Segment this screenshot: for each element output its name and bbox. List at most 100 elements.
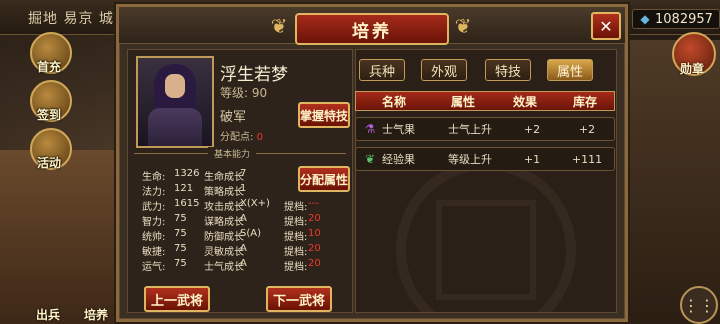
tab-skills[interactable]: 特技 [485,59,531,81]
item-stock: +2 [578,122,596,136]
dialog-header: ❦ 培养 ❦ ✕ [119,7,625,45]
item-effect: +1 [523,152,541,166]
item-attribute: 等级上升 [448,153,492,166]
stat-value: 75 [174,213,187,224]
hero-level-label: 等级: [220,86,249,100]
tab-appearance[interactable]: 外观 [421,59,467,81]
stat-label: 敏捷: [142,247,166,258]
train-dialog: ❦ 培养 ❦ ✕ 浮生若梦 等级: 90 破军 分配点: 0 掌握特技 基本能力… [116,4,628,322]
panel-decoration [436,200,536,300]
tab-attributes[interactable]: 属性 [547,59,593,81]
stat-value: 121 [174,183,194,194]
rank-value: 20 [308,213,321,224]
growth-label: 攻击成长 [204,202,244,213]
stat-label: 生命: [142,172,166,183]
deploy-button[interactable]: 出兵 [36,306,60,323]
close-icon: ✕ [599,16,613,36]
rank-value: --- [308,198,319,209]
stat-row: 统帅: 75 防御成长 S(A) 提档: 10 [142,228,350,243]
stat-value: 75 [174,258,187,269]
title-ornament-left-icon: ❦ [270,14,288,38]
growth-value: A [240,258,247,269]
growth-label: 生命成长 [204,172,244,183]
growth-value: X(X+) [240,198,270,209]
points-display: 分配点: 0 [220,128,263,143]
header-attribute: 属性 [450,94,475,109]
activity-label: 活动 [36,156,61,170]
stat-row: 运气: 75 士气成长 A 提档: 20 [142,258,350,273]
item-stock: +111 [571,152,603,166]
rank-label: 提档: [284,232,308,243]
hero-portrait [136,56,214,148]
stat-row: 敏捷: 75 灵敏成长 A 提档: 20 [142,243,350,258]
currency-value: 1082957 [655,11,713,27]
stat-label: 智力: [142,217,166,228]
rank-value: 10 [308,228,321,239]
sign-in-label: 签到 [36,108,61,122]
stat-label: 法力: [142,187,166,198]
points-value: 0 [256,132,263,143]
hero-class: 破军 [220,110,247,125]
title-ornament-right-icon: ❦ [454,14,472,38]
currency-display: ◆ 1082957 [632,9,720,29]
growth-label: 士气成长 [204,262,244,273]
growth-value: A [240,243,247,254]
points-label: 分配点: [220,132,254,143]
stat-row: 智力: 75 谋略成长 A 提档: 20 [142,213,350,228]
rank-label: 提档: [284,262,308,273]
medal-label: 勋章 [679,62,704,76]
growth-label: 策略成长 [204,187,244,198]
rank-value: 20 [308,258,321,269]
hero-level: 等级: 90 [220,84,267,101]
prev-hero-button[interactable]: 上一武将 [144,286,210,312]
potion-icon: ⚗ [364,122,376,136]
table-row[interactable]: ⚗ 士气果 士气上升 +2 +2 [355,117,615,141]
header-stock: 库存 [572,94,597,109]
stat-label: 运气: [142,262,166,273]
table-row[interactable]: ❦ 经验果 等级上升 +1 +111 [355,147,615,171]
location-text: 掘地 易京 城 [28,11,114,27]
header-effect: 效果 [512,94,537,109]
close-button[interactable]: ✕ [591,12,621,40]
growth-value: 7 [240,168,247,179]
stats-list: 生命: 1326 生命成长 7 法力: 121 策略成长 1 武力: 1615 … [142,168,350,273]
stat-value: 1615 [174,198,200,209]
background-right-building [620,40,720,324]
item-effect: +2 [523,122,541,136]
hero-panel: 浮生若梦 等级: 90 破军 分配点: 0 掌握特技 基本能力 分配属性 生命:… [127,49,353,313]
growth-value: A [240,213,247,224]
master-skill-button[interactable]: 掌握特技 [298,102,350,128]
menu-button[interactable]: ⋮⋮ [680,286,718,324]
items-table-header: 名称 属性 效果 库存 [355,91,615,111]
growth-label: 防御成长 [204,232,244,243]
rank-label: 提档: [284,217,308,228]
hero-name: 浮生若梦 [220,65,288,85]
stat-label: 统帅: [142,232,166,243]
stat-value: 75 [174,228,187,239]
stat-row: 生命: 1326 生命成长 7 [142,168,350,183]
item-attribute: 士气上升 [448,123,492,136]
train-button[interactable]: 培养 [84,306,108,323]
growth-label: 谋略成长 [204,217,244,228]
tab-troop-type[interactable]: 兵种 [359,59,405,81]
hero-level-value: 90 [251,86,268,100]
gourd-icon: ❦ [364,152,376,166]
header-name: 名称 [381,94,406,109]
item-name: 士气果 [382,123,415,136]
currency-icon: ◆ [640,12,650,26]
rank-label: 提档: [284,247,308,258]
grid-menu-icon: ⋮⋮ [683,295,715,315]
stat-row: 武力: 1615 攻击成长 X(X+) 提档: --- [142,198,350,213]
background-building [0,150,123,324]
items-panel [355,49,617,313]
stat-row: 法力: 121 策略成长 1 [142,183,350,198]
section-label: 基本能力 [208,147,257,160]
growth-value: S(A) [240,228,261,239]
item-name: 经验果 [382,153,415,166]
next-hero-button[interactable]: 下一武将 [266,286,332,312]
rank-value: 20 [308,243,321,254]
stat-label: 武力: [142,202,166,213]
growth-value: 1 [240,183,247,194]
stat-value: 1326 [174,168,200,179]
first-recharge-label: 首充 [36,60,61,74]
